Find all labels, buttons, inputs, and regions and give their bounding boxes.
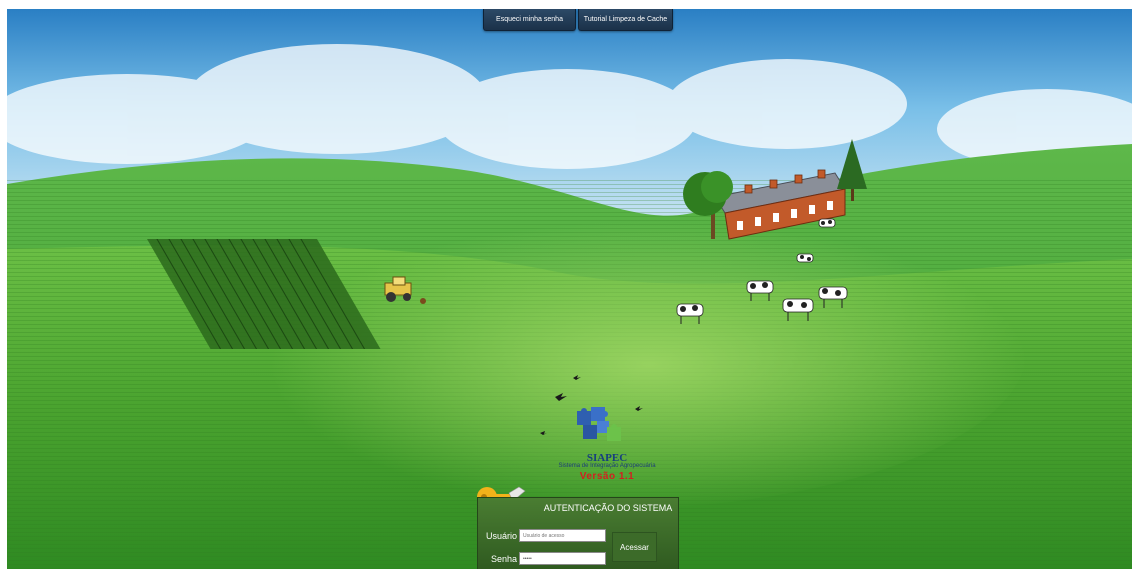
login-background-scene: Esqueci minha senha Tutorial Limpeza de … (7, 9, 1132, 569)
password-label: Senha (490, 554, 517, 564)
cache-tutorial-button[interactable]: Tutorial Limpeza de Cache (578, 9, 673, 31)
password-input[interactable] (519, 552, 606, 565)
login-button[interactable]: Acessar (612, 532, 657, 562)
user-label: Usuário (485, 531, 517, 541)
farm-landscape-illustration (7, 9, 1132, 569)
forgot-password-button[interactable]: Esqueci minha senha (483, 9, 576, 31)
auth-title: AUTENTICAÇÃO DO SISTEMA (543, 503, 673, 513)
logo-subtitle: Sistema de Integração Agropecuária (558, 463, 656, 469)
version-label: Versão 1.1 (579, 471, 635, 482)
username-input[interactable] (519, 529, 606, 542)
